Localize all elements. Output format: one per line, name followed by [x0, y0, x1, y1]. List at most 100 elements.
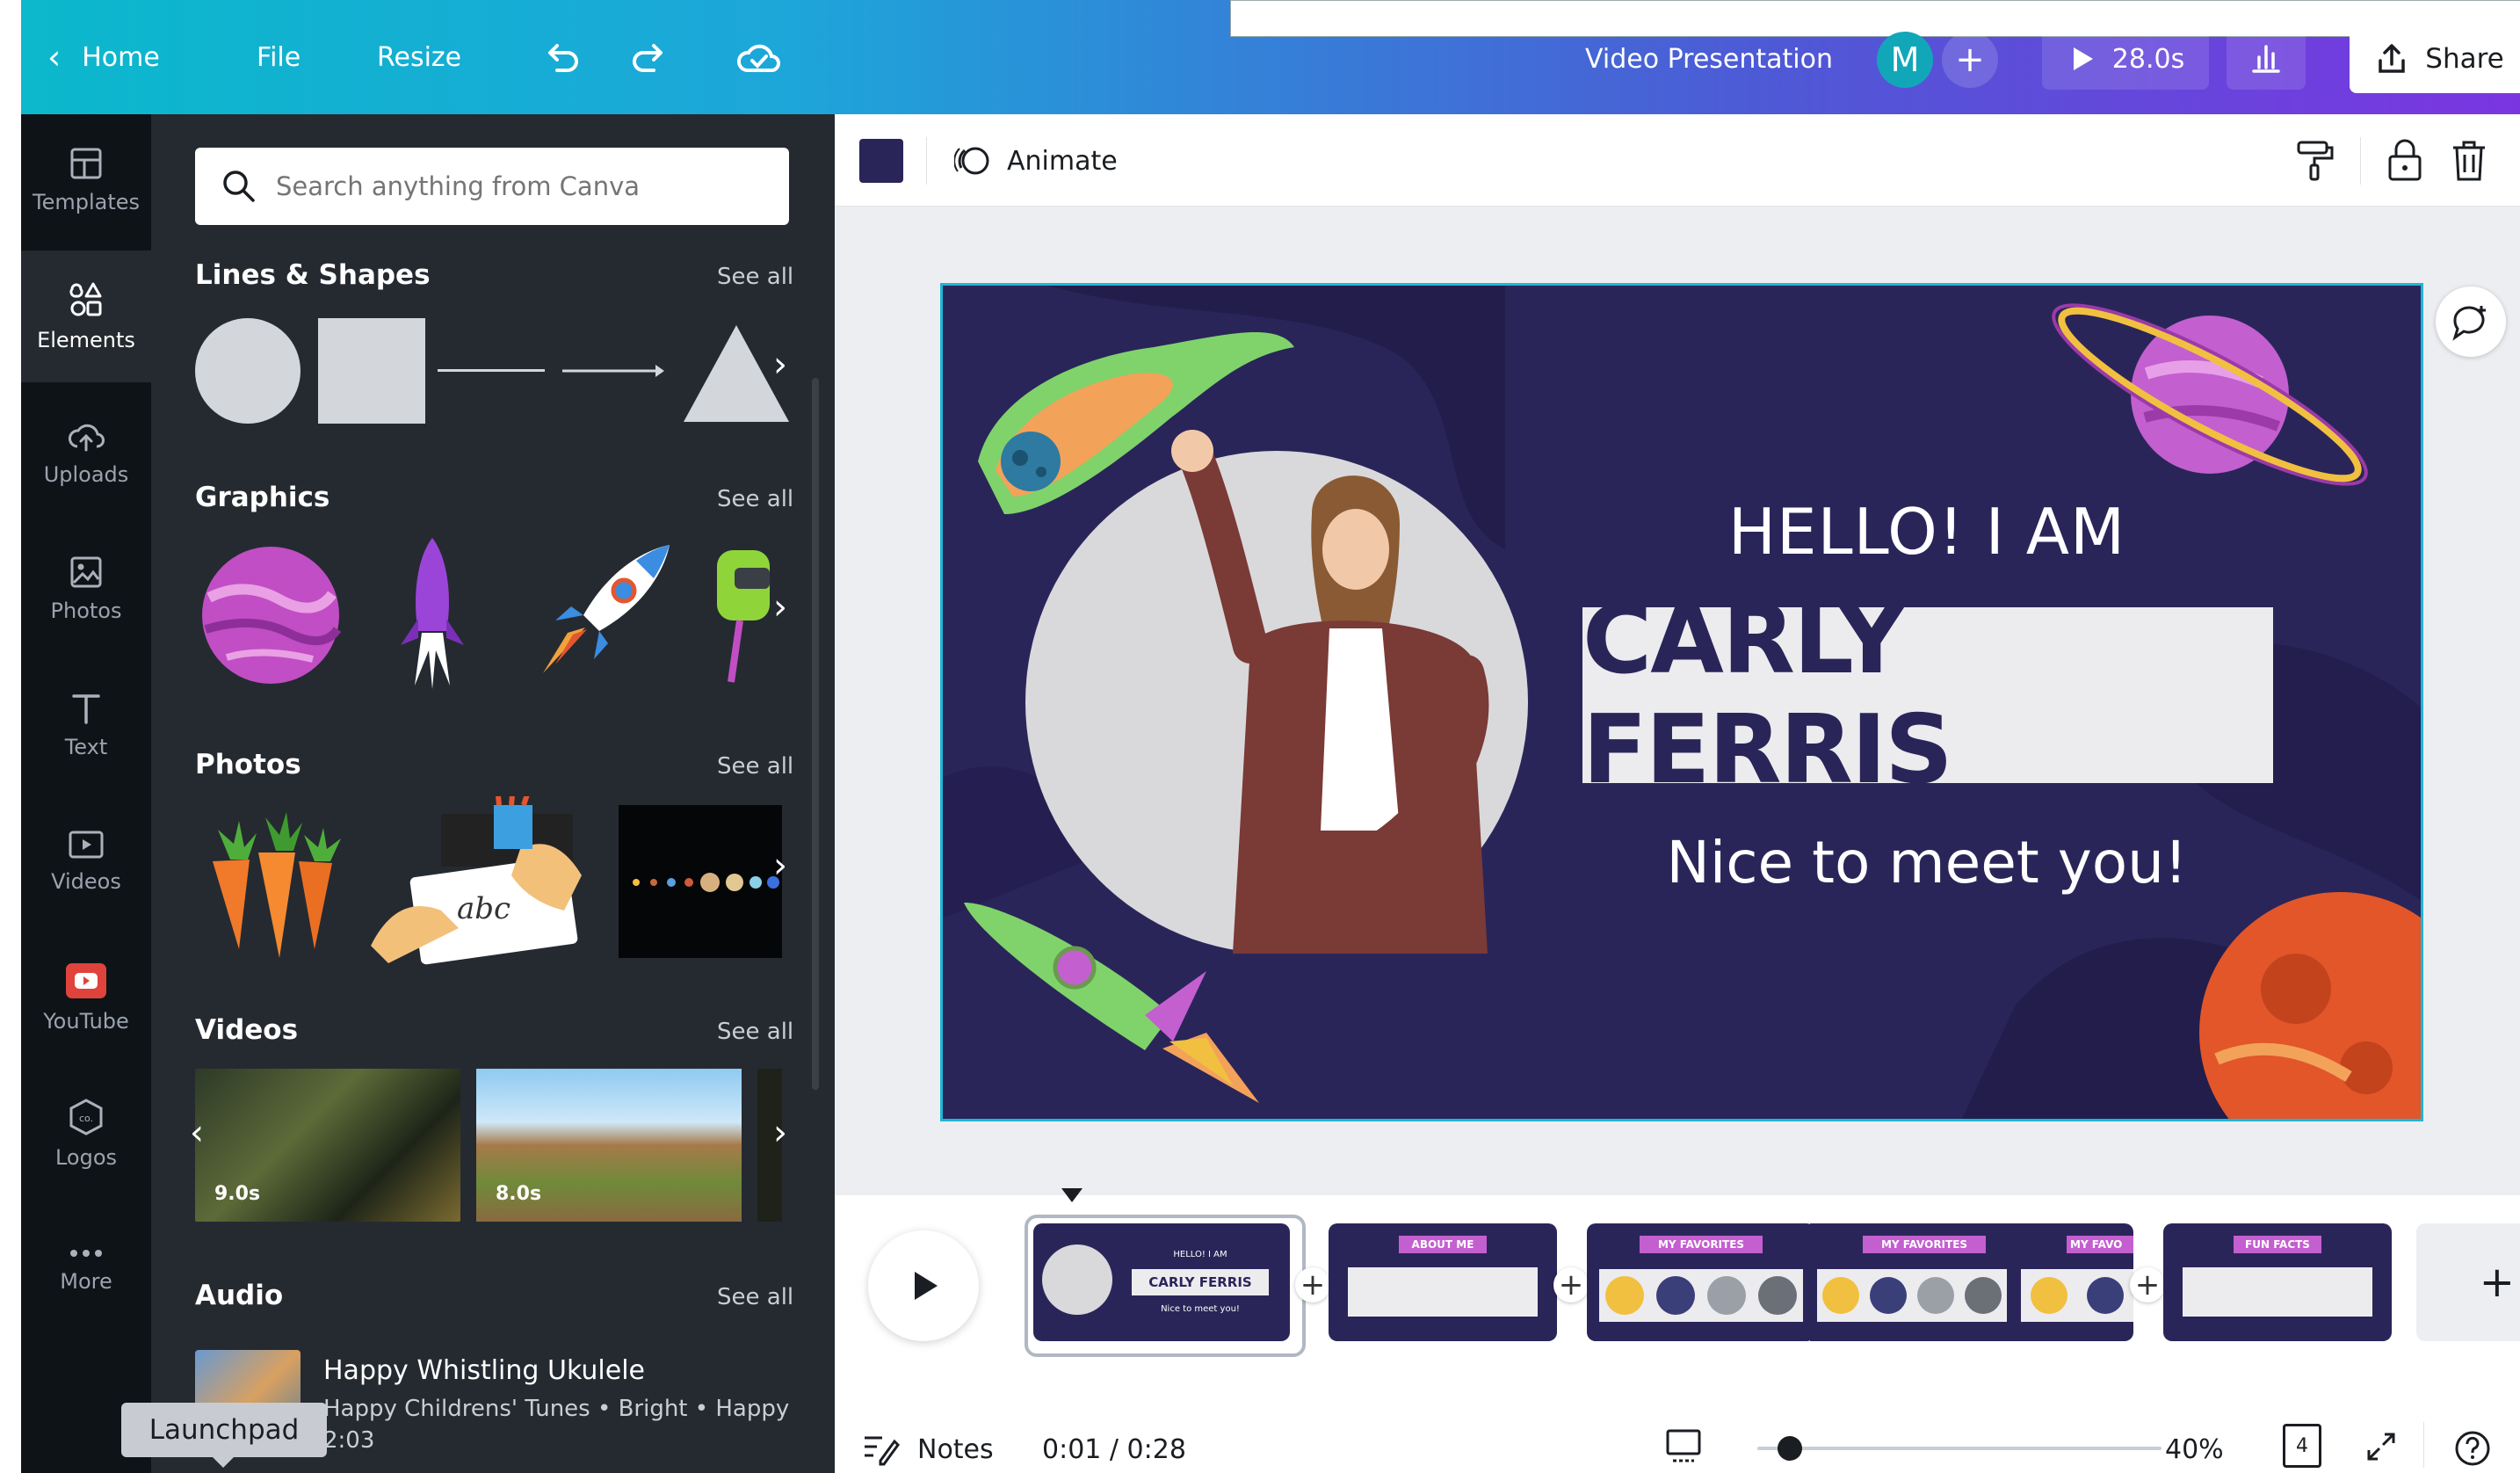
animate-button[interactable]: Animate	[954, 137, 1118, 185]
timeline-page-2[interactable]: ABOUT ME	[1329, 1223, 1557, 1341]
chevron-left-icon[interactable]: ‹	[190, 1113, 204, 1153]
shape-arrow[interactable]	[561, 360, 670, 381]
rail-item-uploads[interactable]: Uploads	[21, 387, 151, 519]
graphic-planet[interactable]	[200, 545, 341, 686]
timeline-page-1[interactable]: HELLO! I AM CARLY FERRIS Nice to meet yo…	[1033, 1223, 1290, 1341]
notes-button[interactable]	[861, 1431, 900, 1466]
planet-graphic	[202, 547, 341, 684]
animate-icon	[954, 147, 989, 175]
rail-item-templates[interactable]: Templates	[21, 114, 151, 246]
slide-canvas[interactable]: HELLO! I AM CARLY FERRIS Nice to meet yo…	[940, 283, 2423, 1121]
help-button[interactable]	[2453, 1429, 2492, 1468]
timeline-page-3[interactable]: MY FAVORITES	[1587, 1223, 1815, 1341]
add-collaborator-button[interactable]: +	[1942, 32, 1998, 88]
share-upload-icon	[2379, 44, 2406, 73]
avatar[interactable]: M	[1877, 32, 1933, 88]
shape-line[interactable]	[438, 369, 545, 372]
add-page-button[interactable]: +	[1553, 1267, 1589, 1302]
rail-label-videos: Videos	[51, 869, 121, 894]
thumb-textbox	[1348, 1267, 1538, 1317]
slide-greeting[interactable]: HELLO! I AM	[1417, 495, 2421, 569]
panel-scrollbar[interactable]	[812, 378, 819, 1090]
rail-item-youtube[interactable]: YouTube	[21, 932, 151, 1063]
audio-subtitle: Happy Childrens' Tunes • Bright • Happy	[323, 1396, 790, 1422]
chevron-right-icon[interactable]: ›	[773, 345, 787, 385]
lock-button[interactable]	[2385, 137, 2425, 183]
redo-icon	[633, 44, 663, 72]
zoom-slider[interactable]	[1757, 1436, 2162, 1461]
rail-item-elements[interactable]: Elements	[21, 250, 151, 382]
video-thumb-2[interactable]: 8.0s	[476, 1069, 742, 1222]
rail-item-videos[interactable]: Videos	[21, 795, 151, 927]
video-duration: 9.0s	[214, 1183, 261, 1205]
chevron-right-icon[interactable]: ›	[773, 845, 787, 886]
youtube-icon	[66, 963, 106, 998]
thumb-heading: MY FAVO	[2067, 1236, 2133, 1253]
video-thumb-1[interactable]: 9.0s	[195, 1069, 460, 1222]
color-swatch[interactable]	[859, 139, 903, 183]
top-bar: ‹ Home File Resize Video Presentation M …	[21, 0, 2520, 114]
drawing-hands-image	[371, 796, 582, 965]
home-button[interactable]: ‹ Home	[47, 35, 160, 79]
redo-button[interactable]	[627, 35, 671, 79]
search-input[interactable]	[274, 171, 770, 202]
section-title-audio: Audio	[195, 1280, 284, 1311]
photo-drawing-hands[interactable]: abc	[362, 796, 599, 969]
rail-item-more[interactable]: More	[21, 1204, 151, 1336]
rail-item-logos[interactable]: co. Logos	[21, 1068, 151, 1200]
see-all-photos[interactable]: See all	[717, 753, 793, 780]
graphic-small-rocket[interactable]	[388, 534, 476, 693]
rail-label-templates: Templates	[32, 190, 140, 214]
thumb-favorites-row	[1817, 1269, 2007, 1322]
insights-button[interactable]	[2227, 28, 2306, 90]
audio-duration: 2:03	[323, 1427, 375, 1454]
page-view-button[interactable]	[1664, 1427, 1703, 1466]
add-new-page-button[interactable]: +	[2416, 1223, 2520, 1341]
copy-style-button[interactable]	[2293, 139, 2335, 183]
timeline-play-button[interactable]	[868, 1230, 979, 1341]
share-button[interactable]: Share	[2350, 25, 2520, 93]
zoom-percent[interactable]: 40%	[2165, 1434, 2224, 1465]
add-page-button[interactable]: +	[1295, 1267, 1330, 1302]
logos-icon: co.	[69, 1099, 103, 1136]
slide-tagline[interactable]: Nice to meet you!	[1417, 829, 2421, 896]
fullscreen-button[interactable]	[2364, 1429, 2399, 1464]
delete-button[interactable]	[2450, 137, 2488, 183]
document-title[interactable]: Video Presentation	[1585, 44, 1833, 75]
rail-item-text[interactable]: Text	[21, 659, 151, 791]
cloud-save-button[interactable]	[735, 35, 784, 79]
timeline-page-6[interactable]: FUN FACTS	[2163, 1223, 2392, 1341]
file-menu[interactable]: File	[257, 42, 301, 73]
photo-carrots[interactable]	[195, 809, 350, 963]
see-all-graphics[interactable]: See all	[717, 486, 793, 512]
page-count-button[interactable]: 4	[2283, 1424, 2321, 1468]
timeline-page-5[interactable]: MY FAVO	[2014, 1223, 2133, 1341]
thumb-favorites-row	[2021, 1269, 2133, 1322]
add-page-button[interactable]: +	[2130, 1267, 2165, 1302]
audio-title[interactable]: Happy Whistling Ukulele	[323, 1355, 645, 1386]
slide-name-box[interactable]: CARLY FERRIS	[1582, 585, 2273, 805]
rail-item-photos[interactable]: Photos	[21, 523, 151, 655]
playhead-marker[interactable]	[1061, 1188, 1083, 1202]
photo-solar-system[interactable]	[619, 805, 782, 958]
thumb-favorites-row	[1599, 1269, 1803, 1322]
see-all-lines-shapes[interactable]: See all	[717, 264, 793, 290]
play-preview-button[interactable]: 28.0s	[2042, 28, 2209, 90]
thumb-heading: FUN FACTS	[2234, 1236, 2321, 1253]
chevron-right-icon[interactable]: ›	[773, 1113, 787, 1153]
zoom-slider-thumb[interactable]	[1778, 1436, 1802, 1461]
section-title-videos: Videos	[195, 1014, 299, 1046]
graphic-rocket[interactable]	[529, 536, 678, 686]
see-all-audio[interactable]: See all	[717, 1284, 793, 1310]
notes-label[interactable]: Notes	[917, 1434, 994, 1465]
shape-circle[interactable]	[195, 318, 301, 424]
add-comment-button[interactable]	[2436, 287, 2506, 357]
resize-menu[interactable]: Resize	[377, 42, 461, 73]
plus-icon: +	[1955, 40, 1985, 80]
search-box[interactable]	[195, 148, 789, 225]
shape-square[interactable]	[318, 318, 425, 424]
timeline-page-4[interactable]: MY FAVORITES	[1810, 1223, 2014, 1341]
undo-button[interactable]	[539, 35, 583, 79]
chevron-right-icon[interactable]: ›	[773, 587, 787, 628]
see-all-videos[interactable]: See all	[717, 1019, 793, 1045]
